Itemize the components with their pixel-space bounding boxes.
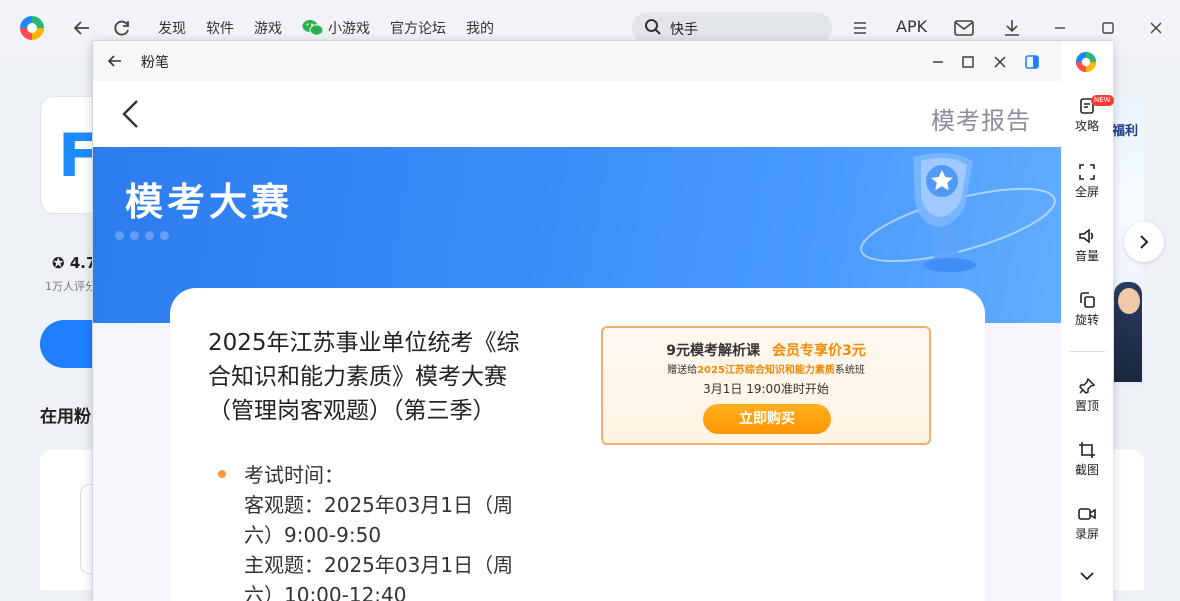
nav-software[interactable]: 软件 [206, 18, 234, 38]
promo-start-time: 3月1日 19:00准时开始 [703, 382, 829, 396]
banner-next-button[interactable] [1124, 222, 1164, 262]
window-titlebar: 粉笔 [93, 41, 1061, 81]
tool-screenshot-label: 截图 [1074, 463, 1099, 477]
tool-fullscreen-label: 全屏 [1074, 185, 1099, 199]
objective-time: 客观题：2025年03月1日（周六）9:00-9:50 [244, 493, 514, 547]
tool-rotate[interactable]: 旋转 [1061, 291, 1113, 328]
tool-sidebar: NEW 攻略 全屏 音量 旋转 置顶 截图 录屏 [1061, 41, 1114, 601]
tool-divider [1069, 351, 1105, 352]
hero-title: 模考大赛 [125, 180, 294, 224]
bullet-dot [218, 470, 226, 478]
promo-gift-prefix: 赠送给 [667, 365, 698, 376]
banner-person-head [1118, 288, 1140, 314]
nav-discover[interactable]: 发现 [158, 18, 186, 38]
banner-text: 福利 [1112, 124, 1139, 139]
window-maximize-icon[interactable] [959, 53, 977, 71]
exam-title: 2025年江苏事业单位统考《综合知识和能力素质》模考大赛（管理岗客观题）（第三季… [208, 330, 520, 424]
minimize-icon[interactable] [1048, 16, 1072, 40]
nav-mini-games-label: 小游戏 [328, 21, 370, 37]
fullscreen-icon [1079, 164, 1095, 180]
search-icon [645, 19, 661, 35]
promo-gift-course: 2025江苏综合知识和能力素质 [697, 365, 835, 376]
tool-record-label: 录屏 [1074, 527, 1099, 541]
back-arrow-icon[interactable] [70, 16, 94, 40]
menu-icon[interactable] [848, 16, 872, 40]
promo-course: 9元模考解析课 [666, 343, 760, 359]
promo-gift: 赠送给2025江苏综合知识和能力素质系统班 [603, 361, 929, 376]
app-screen: 模考报告 模考大赛 2025年江苏事业单位统考《综合知识和能力素质》模考大赛（管… [93, 81, 1061, 601]
buy-now-button[interactable]: 立即购买 [703, 404, 831, 434]
pin-icon [1079, 377, 1096, 394]
exam-card: 2025年江苏事业单位统考《综合知识和能力素质》模考大赛（管理岗客观题）（第三季… [170, 288, 985, 601]
mail-icon[interactable] [952, 16, 976, 40]
tool-rotate-label: 旋转 [1074, 313, 1099, 327]
tool-volume[interactable]: 音量 [1061, 227, 1113, 264]
review-count: 1万人评分 [45, 280, 96, 293]
chevron-left-icon[interactable] [121, 99, 141, 129]
new-badge: NEW [1091, 95, 1114, 106]
tool-pin[interactable]: 置顶 [1061, 377, 1113, 414]
exam-time-info: 考试时间： 客观题：2025年03月1日（周六）9:00-9:50 主观题：20… [244, 460, 534, 601]
tool-guide[interactable]: NEW 攻略 [1061, 95, 1114, 134]
nav-forum[interactable]: 官方论坛 [390, 18, 446, 38]
tool-more[interactable] [1061, 571, 1113, 581]
back-arrow-icon[interactable] [107, 53, 123, 69]
crop-icon [1079, 442, 1095, 458]
mock-report-link[interactable]: 模考报告 [931, 101, 1031, 136]
emulator-window: 粉笔 NEW 攻略 全屏 音量 旋转 置顶 截图 录屏 模考报告 模考大赛 20… [92, 40, 1114, 601]
section-title: 在用粉 [40, 407, 91, 427]
tool-pin-label: 置顶 [1074, 399, 1099, 413]
promo-box: 9元模考解析课 会员专享价3元 赠送给2025江苏综合知识和能力素质系统班 3月1… [601, 326, 931, 445]
store-logo-icon [1075, 51, 1097, 73]
trophy-icon [860, 152, 1056, 272]
decorative-dots [115, 225, 175, 244]
promo-headline: 9元模考解析课 会员专享价3元 [603, 340, 929, 360]
exam-time-heading: 考试时间： [244, 463, 344, 487]
apk-button[interactable]: APK [896, 17, 927, 36]
close-icon[interactable] [1144, 16, 1168, 40]
video-camera-icon [1078, 508, 1096, 520]
rotate-icon [1080, 292, 1095, 308]
promo-member-price: 会员专享价3元 [772, 343, 866, 359]
download-icon[interactable] [1000, 16, 1024, 40]
app-header: 模考报告 [93, 81, 1061, 147]
nav-mini-games[interactable]: 小游戏 [302, 18, 370, 38]
sidebar-toggle-icon[interactable] [1023, 53, 1041, 71]
maximize-icon[interactable] [1096, 16, 1120, 40]
window-minimize-icon[interactable] [929, 53, 947, 71]
wechat-icon [302, 20, 324, 36]
tool-screenshot[interactable]: 截图 [1061, 441, 1113, 478]
subjective-time: 主观题：2025年03月1日（周六）10:00-12:40 [244, 553, 514, 601]
chevron-right-icon [1140, 235, 1149, 249]
tool-guide-label: 攻略 [1074, 119, 1099, 133]
promo-gift-suffix: 系统班 [834, 365, 865, 376]
app-rating: ✪ 4.7 [52, 254, 96, 272]
refresh-icon[interactable] [110, 16, 134, 40]
tool-fullscreen[interactable]: 全屏 [1061, 163, 1113, 200]
nav-mine[interactable]: 我的 [466, 18, 494, 38]
tool-record[interactable]: 录屏 [1061, 505, 1113, 542]
rating-icon: ✪ [52, 254, 65, 272]
right-card [1110, 450, 1144, 590]
chevron-down-icon [1080, 572, 1094, 581]
tool-volume-label: 音量 [1074, 249, 1099, 263]
window-title: 粉笔 [141, 55, 169, 71]
search-value: 快手 [670, 22, 698, 38]
app-logo-icon[interactable] [19, 15, 45, 41]
nav-games[interactable]: 游戏 [254, 18, 282, 38]
window-close-icon[interactable] [991, 53, 1009, 71]
volume-icon [1079, 228, 1094, 244]
